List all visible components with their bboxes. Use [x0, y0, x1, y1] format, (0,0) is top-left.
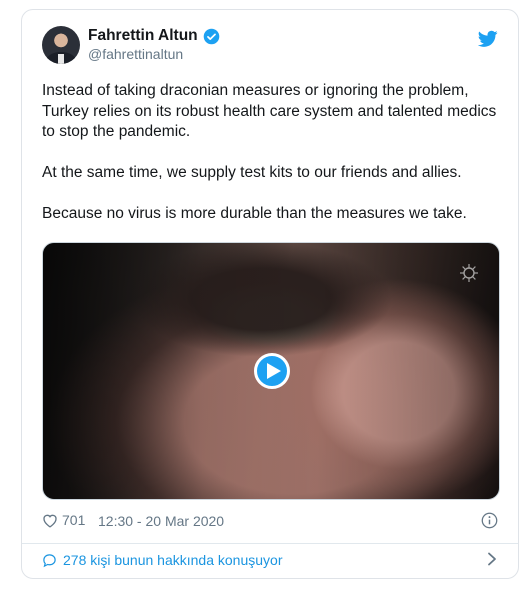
- author-name[interactable]: Fahrettin Altun: [88, 27, 198, 45]
- speech-bubble-icon: [43, 553, 56, 567]
- author-row: Fahrettin Altun: [88, 27, 220, 45]
- avatar[interactable]: [42, 26, 80, 64]
- play-icon: [266, 363, 281, 379]
- tweet-paragraph-1: Instead of taking draconian measures or …: [42, 82, 497, 140]
- conversation-text: 278 kişi bunun hakkında konuşuyor: [63, 552, 283, 568]
- tweet-header: Fahrettin Altun @fahrettinaltun: [42, 26, 498, 66]
- video-thumbnail[interactable]: [42, 242, 500, 500]
- chevron-right-icon: [488, 552, 496, 566]
- tweet-meta: 701 12:30 - 20 Mar 2020: [42, 512, 498, 532]
- tweet-paragraph-2: At the same time, we supply test kits to…: [42, 164, 462, 181]
- tweet-paragraph-3: Because no virus is more durable than th…: [42, 205, 467, 222]
- tweet-text: Instead of taking draconian measures or …: [42, 81, 502, 245]
- avatar-shirt: [58, 54, 64, 64]
- like-button[interactable]: 701: [42, 512, 85, 528]
- verified-badge-icon: [203, 28, 219, 44]
- conversation-link[interactable]: 278 kişi bunun hakkında konuşuyor: [42, 550, 498, 570]
- virus-watermark-icon: [460, 264, 478, 282]
- divider: [22, 543, 518, 544]
- like-count: 701: [62, 512, 86, 528]
- heart-icon: [43, 514, 57, 528]
- twitter-bird-icon[interactable]: [478, 30, 498, 48]
- tweet-card[interactable]: Fahrettin Altun @fahrettinaltun Instead …: [21, 9, 519, 579]
- tweet-timestamp[interactable]: 12:30 - 20 Mar 2020: [98, 513, 224, 529]
- author-handle[interactable]: @fahrettinaltun: [88, 46, 183, 62]
- play-button[interactable]: [254, 353, 290, 389]
- info-icon[interactable]: [481, 512, 498, 529]
